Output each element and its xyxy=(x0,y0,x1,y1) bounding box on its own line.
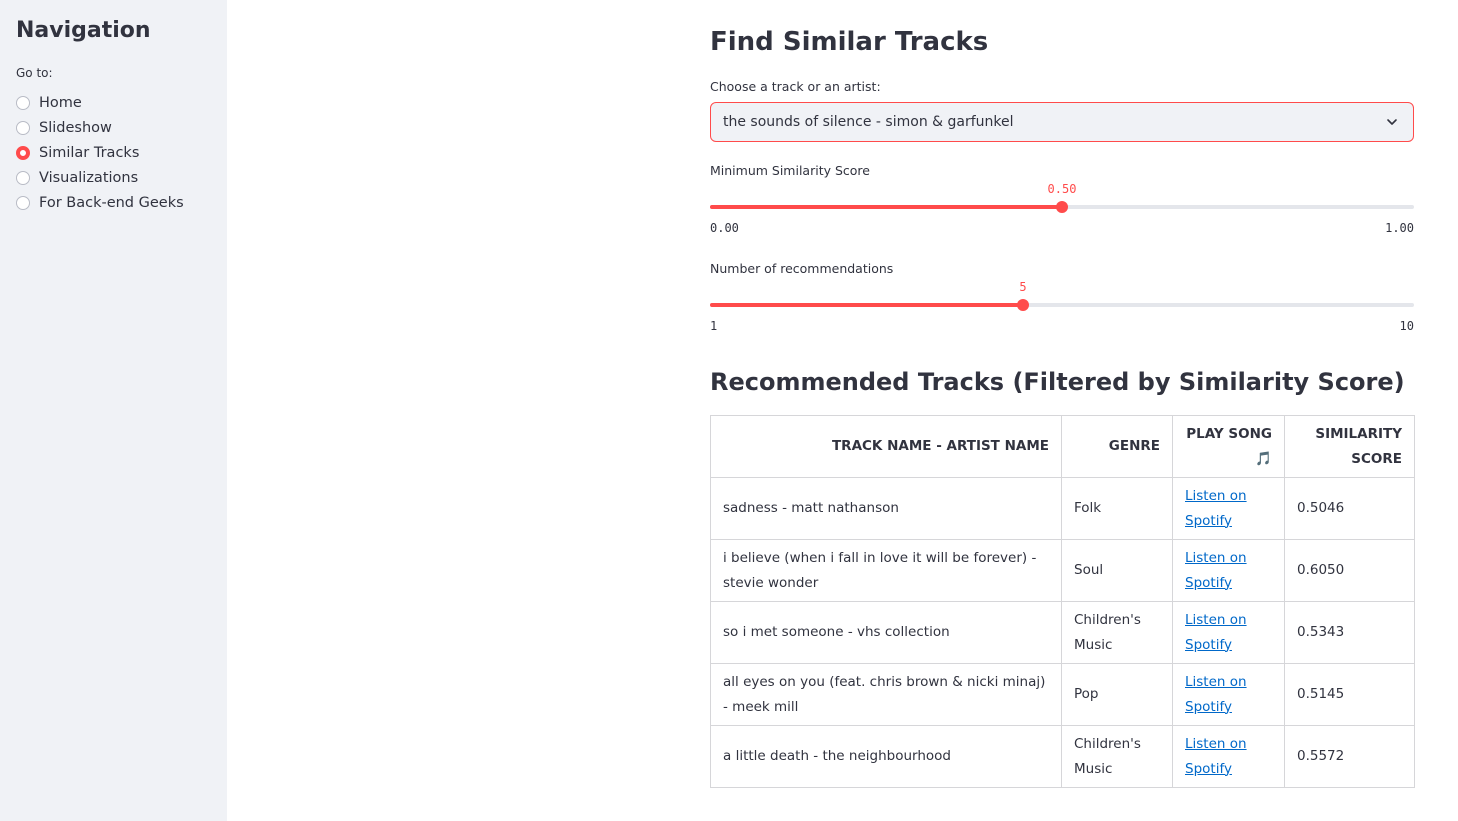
count-slider[interactable]: 5 1 10 xyxy=(710,280,1414,363)
track-cell: a little death - the neighbourhood xyxy=(710,725,1062,788)
genre-cell: Folk xyxy=(1061,477,1173,540)
score-cell: 0.5343 xyxy=(1284,601,1415,664)
table-row: all eyes on you (feat. chris brown & nic… xyxy=(710,663,1415,726)
table-row: i believe (when i fall in love it will b… xyxy=(710,539,1415,602)
table-row: so i met someone - vhs collection Childr… xyxy=(710,601,1415,664)
play-cell: Listen on Spotify xyxy=(1172,601,1285,664)
table-header-row: TRACK NAME - ARTIST NAME GENRE PLAY SONG… xyxy=(710,415,1415,478)
similarity-slider-label: Minimum Similarity Score xyxy=(710,163,870,178)
slider-thumb[interactable] xyxy=(1017,299,1029,311)
genre-cell: Soul xyxy=(1061,539,1173,602)
track-cell: so i met someone - vhs collection xyxy=(710,601,1062,664)
play-cell: Listen on Spotify xyxy=(1172,725,1285,788)
sidebar: Navigation Go to: Home Slideshow Similar… xyxy=(0,0,227,821)
radio-circle-icon[interactable] xyxy=(16,95,30,110)
nav-radio-label: For Back-end Geeks xyxy=(39,194,184,211)
recommendations-table: TRACK NAME - ARTIST NAME GENRE PLAY SONG… xyxy=(710,415,1415,788)
nav-radio-label: Home xyxy=(39,94,82,111)
table-row: sadness - matt nathanson Folk Listen on … xyxy=(710,477,1415,540)
spotify-link[interactable]: Listen on Spotify xyxy=(1185,550,1247,591)
nav-radio-slideshow[interactable]: Slideshow xyxy=(16,115,211,140)
spotify-link[interactable]: Listen on Spotify xyxy=(1185,488,1247,529)
slider-value: 0.50 xyxy=(1047,182,1077,196)
genre-cell: Children's Music xyxy=(1061,601,1173,664)
radio-selected-icon[interactable] xyxy=(16,145,30,160)
column-header-similarity[interactable]: SIMILARITY SCORE xyxy=(1284,415,1415,478)
slider-fill xyxy=(710,303,1023,307)
spotify-link[interactable]: Listen on Spotify xyxy=(1185,612,1247,653)
play-cell: Listen on Spotify xyxy=(1172,663,1285,726)
nav-radio-label: Similar Tracks xyxy=(39,144,140,161)
page-title: Find Similar Tracks xyxy=(710,27,989,57)
nav-radio-home[interactable]: Home xyxy=(16,90,211,115)
nav-radio-back-end-geeks[interactable]: For Back-end Geeks xyxy=(16,190,211,215)
radio-circle-icon[interactable] xyxy=(16,195,30,210)
nav-radio-similar-tracks[interactable]: Similar Tracks xyxy=(16,140,211,165)
nav-radio-label: Visualizations xyxy=(39,169,139,186)
slider-max: 1.00 xyxy=(1385,221,1414,235)
column-header-play-song[interactable]: PLAY SONG 🎵 xyxy=(1172,415,1285,478)
track-select[interactable]: the sounds of silence - simon & garfunke… xyxy=(710,102,1414,142)
score-cell: 0.6050 xyxy=(1284,539,1415,602)
nav-radio-visualizations[interactable]: Visualizations xyxy=(16,165,211,190)
nav-radio-label: Slideshow xyxy=(39,119,112,136)
spotify-link[interactable]: Listen on Spotify xyxy=(1185,674,1247,715)
track-cell: i believe (when i fall in love it will b… xyxy=(710,539,1062,602)
goto-label: Go to: xyxy=(16,66,53,80)
chevron-down-icon[interactable] xyxy=(1385,115,1399,133)
track-select-value: the sounds of silence - simon & garfunke… xyxy=(723,114,1014,130)
select-label: Choose a track or an artist: xyxy=(710,79,881,94)
radio-circle-icon[interactable] xyxy=(16,120,30,135)
slider-min: 0.00 xyxy=(710,221,739,235)
recommendations-title: Recommended Tracks (Filtered by Similari… xyxy=(710,368,1405,396)
table-row: a little death - the neighbourhood Child… xyxy=(710,725,1415,788)
column-header-track[interactable]: TRACK NAME - ARTIST NAME xyxy=(710,415,1062,478)
slider-thumb[interactable] xyxy=(1056,201,1068,213)
similarity-slider[interactable]: 0.50 0.00 1.00 xyxy=(710,182,1414,265)
spotify-link[interactable]: Listen on Spotify xyxy=(1185,736,1247,777)
genre-cell: Children's Music xyxy=(1061,725,1173,788)
play-cell: Listen on Spotify xyxy=(1172,539,1285,602)
sidebar-title: Navigation xyxy=(16,18,151,43)
count-slider-label: Number of recommendations xyxy=(710,261,894,276)
nav-radio-group: Home Slideshow Similar Tracks Visualizat… xyxy=(16,90,211,215)
column-header-genre[interactable]: GENRE xyxy=(1061,415,1173,478)
play-cell: Listen on Spotify xyxy=(1172,477,1285,540)
score-cell: 0.5145 xyxy=(1284,663,1415,726)
radio-circle-icon[interactable] xyxy=(16,170,30,185)
score-cell: 0.5046 xyxy=(1284,477,1415,540)
score-cell: 0.5572 xyxy=(1284,725,1415,788)
slider-value: 5 xyxy=(1019,280,1027,294)
slider-max: 10 xyxy=(1399,319,1414,333)
slider-fill xyxy=(710,205,1062,209)
track-cell: sadness - matt nathanson xyxy=(710,477,1062,540)
genre-cell: Pop xyxy=(1061,663,1173,726)
track-cell: all eyes on you (feat. chris brown & nic… xyxy=(710,663,1062,726)
slider-min: 1 xyxy=(710,319,718,333)
